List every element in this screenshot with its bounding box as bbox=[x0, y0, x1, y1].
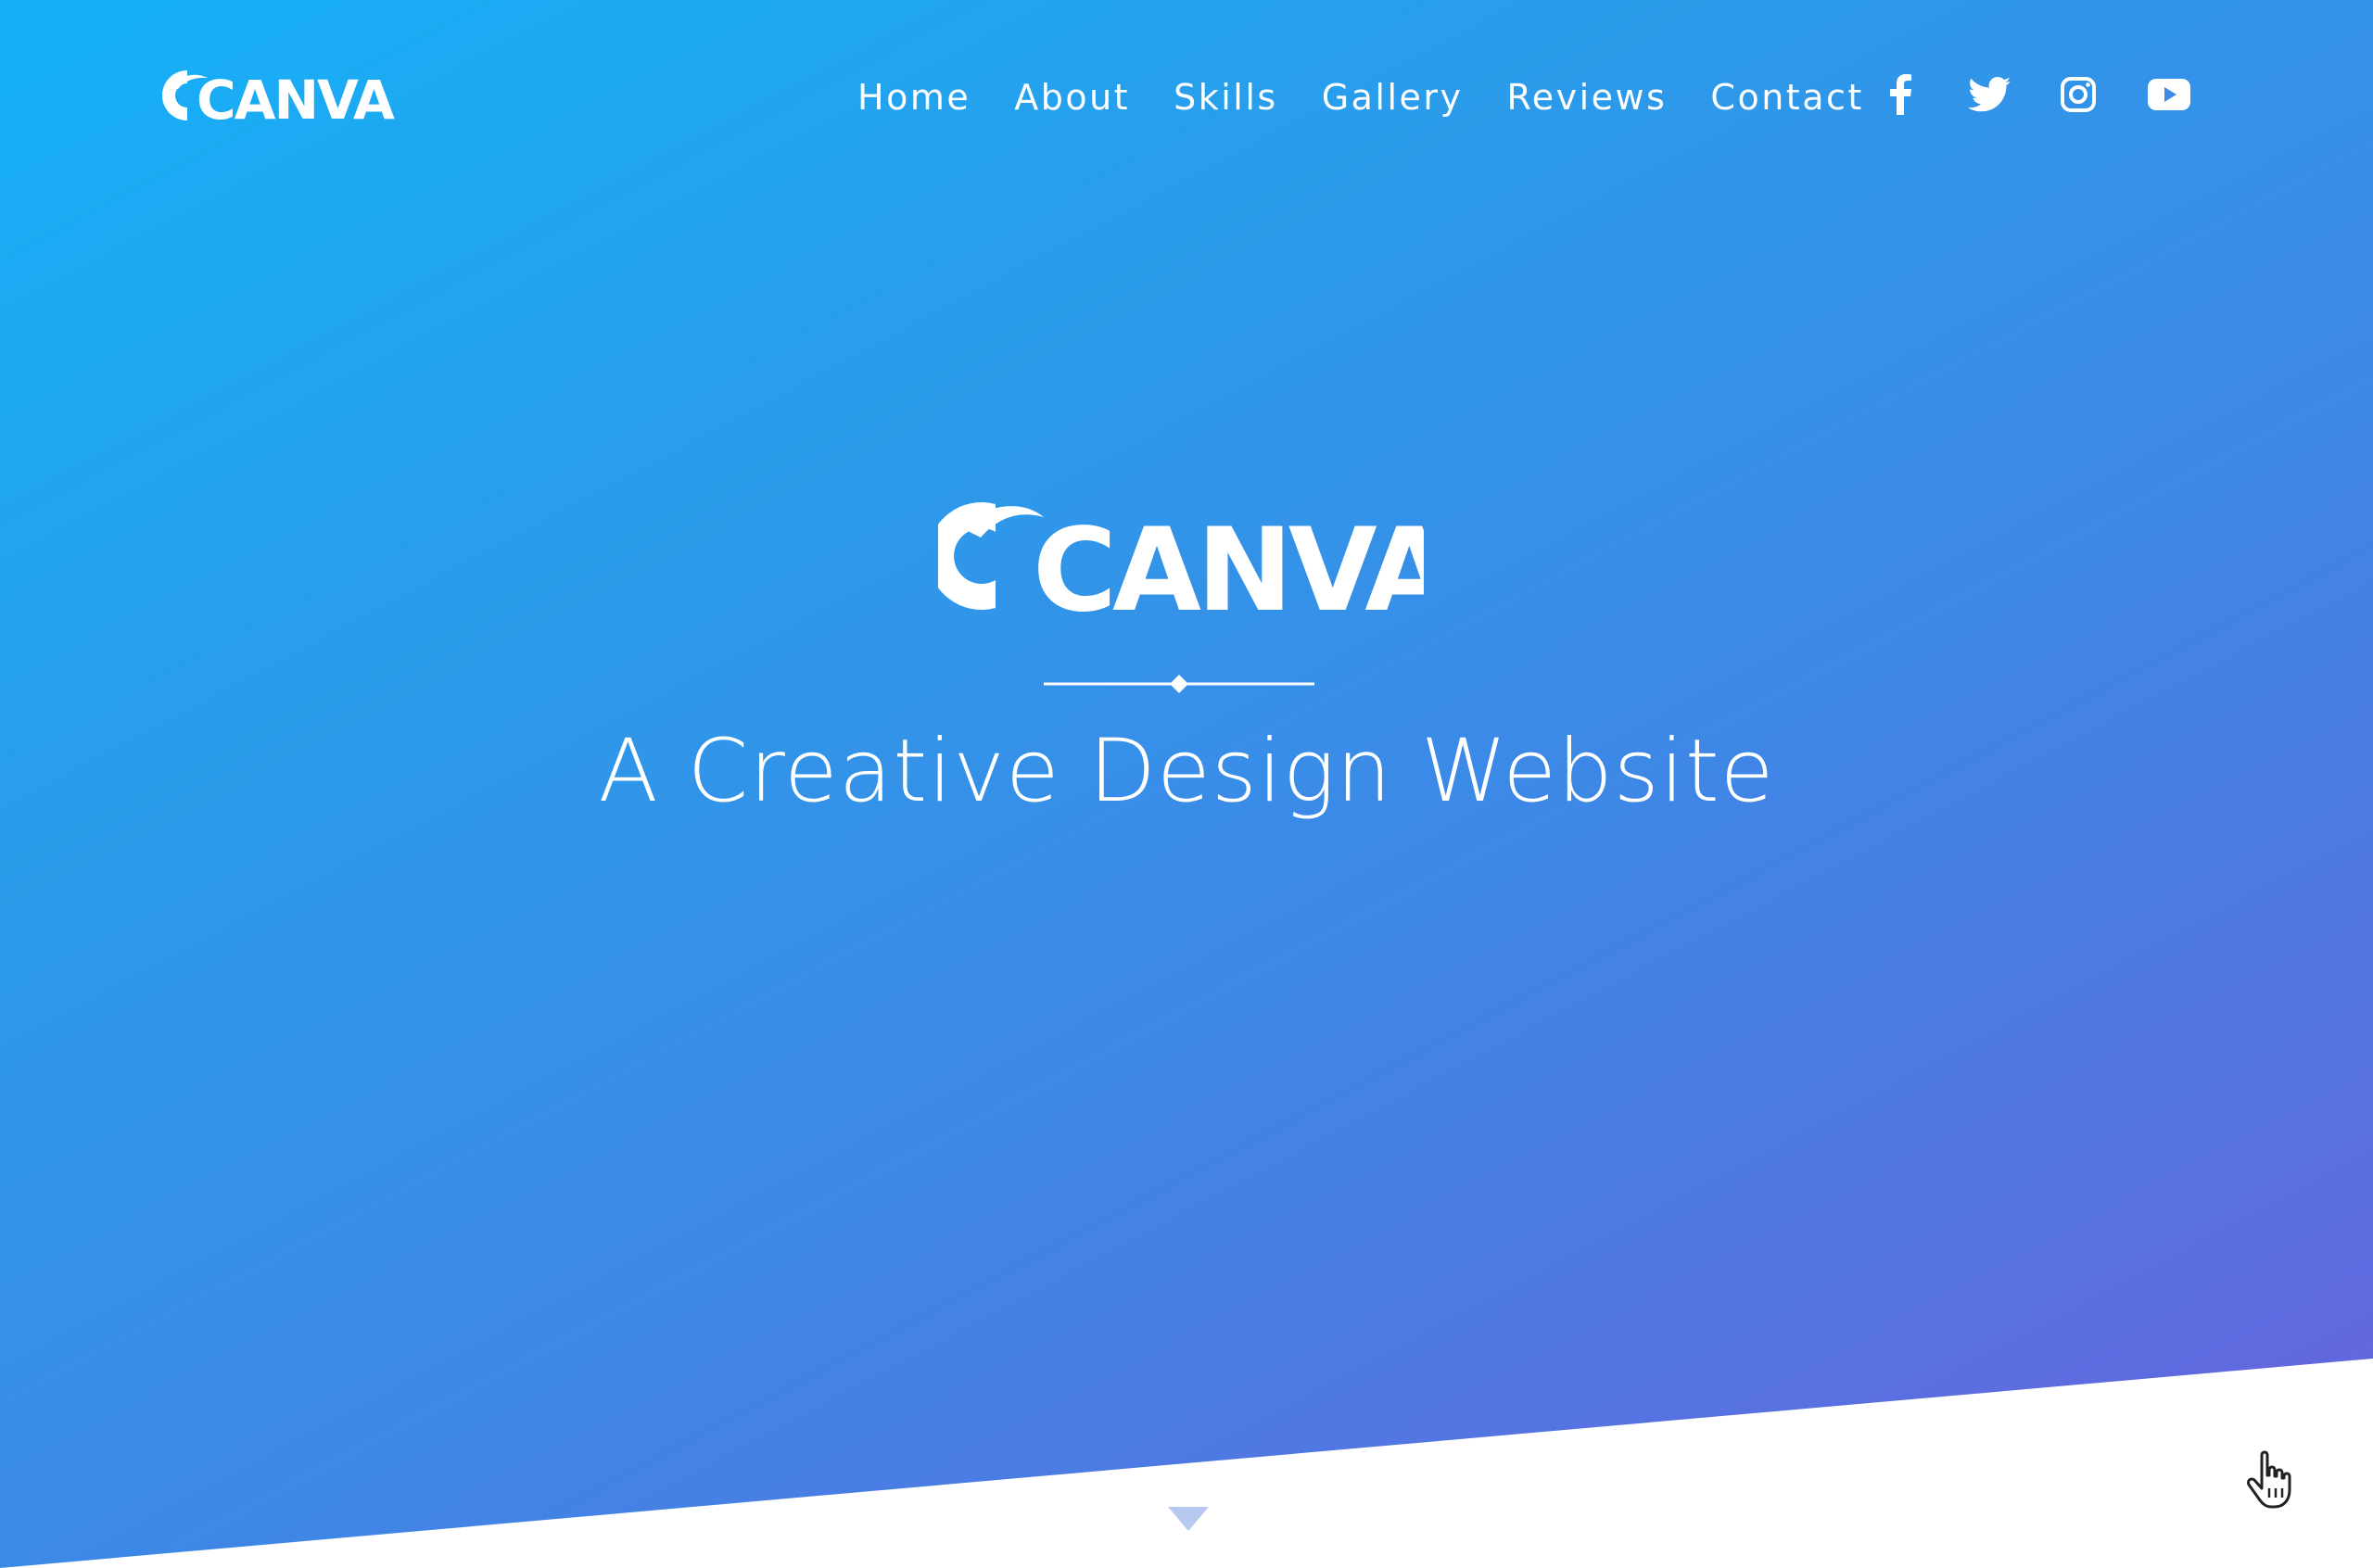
hero-title: CANVAS bbox=[1033, 504, 1424, 619]
nav-gallery[interactable]: Gallery bbox=[1322, 77, 1464, 118]
twitter-icon[interactable] bbox=[1963, 69, 2015, 120]
nav-about[interactable]: About bbox=[1014, 77, 1130, 118]
nav-skills[interactable]: Skills bbox=[1174, 77, 1278, 118]
site-logo[interactable]: CANVAS bbox=[159, 67, 432, 132]
nav-contact[interactable]: Contact bbox=[1710, 77, 1863, 118]
main-nav: Home About Skills Gallery Reviews Contac… bbox=[857, 72, 1864, 122]
facebook-icon[interactable] bbox=[1874, 69, 1926, 120]
scroll-down-icon[interactable] bbox=[1166, 1503, 1211, 1535]
hero-divider bbox=[1044, 665, 1314, 702]
hand-cursor-icon bbox=[2241, 1448, 2308, 1514]
hero-tagline: A Creative Design Website bbox=[598, 721, 1775, 822]
nav-reviews[interactable]: Reviews bbox=[1507, 77, 1668, 118]
youtube-icon[interactable] bbox=[2143, 69, 2195, 120]
nav-home[interactable]: Home bbox=[857, 77, 971, 118]
site-logo-text: CANVAS bbox=[197, 69, 397, 124]
hero-logo: CANVAS bbox=[927, 497, 1532, 638]
instagram-icon[interactable] bbox=[2052, 69, 2104, 120]
